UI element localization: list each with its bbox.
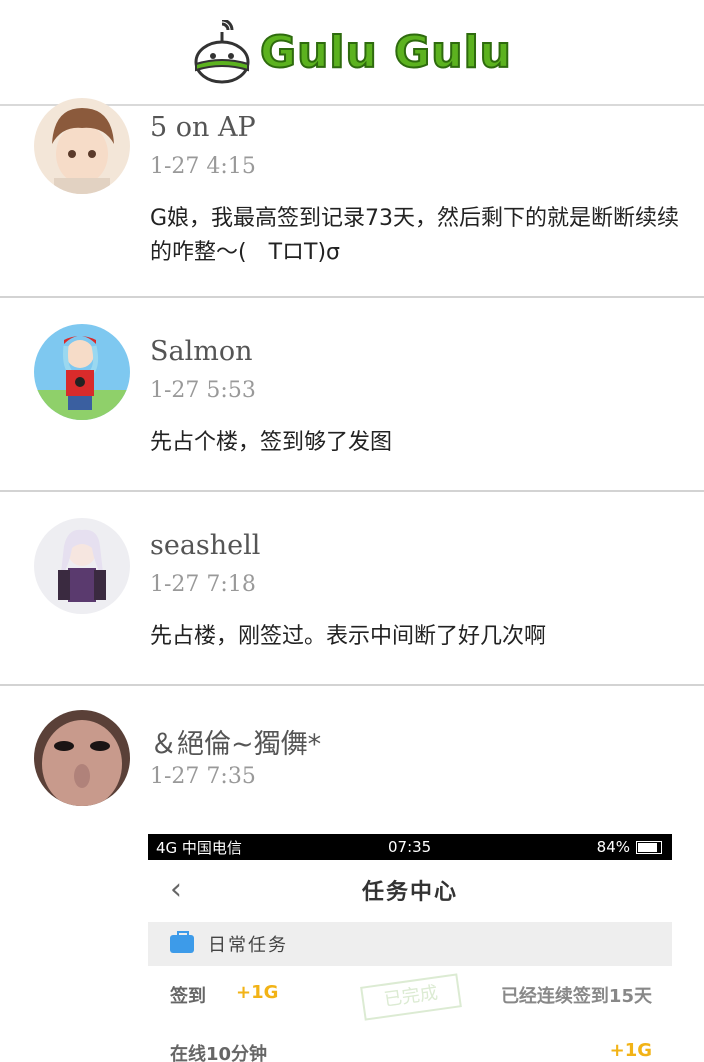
- battery-icon: [636, 840, 662, 854]
- avatar[interactable]: [34, 710, 130, 806]
- comment-content: 先占楼，刚签过。表示中间断了好几次啊: [150, 624, 547, 649]
- avatar[interactable]: [34, 324, 130, 420]
- task-status: 已经连续签到15天: [500, 986, 652, 1007]
- comment-time: 1-27 4:15: [150, 154, 256, 179]
- task-reward: +1G: [609, 1040, 652, 1061]
- task-row: 签到 +1G 已完成 已经连续签到15天: [148, 973, 672, 1022]
- daily-tasks-header: 日常任务: [148, 922, 672, 966]
- task-row: 在线10分钟 +1G: [148, 1040, 672, 1062]
- back-arrow-icon: ‹: [170, 872, 182, 907]
- battery-status: 84%: [597, 838, 662, 856]
- comment-content: G娘，我最高签到记录73天，然后剩下的就是断断续续的咋整～( TロT)σ: [150, 206, 680, 265]
- task-name: 在线10分钟: [170, 1044, 268, 1062]
- carrier-label: 4G 中国电信: [156, 838, 242, 857]
- comment-item: seashell 1-27 7:18 先占楼，刚签过。表示中间断了好几次啊: [0, 492, 704, 684]
- comment-time: 1-27 7:18: [150, 572, 256, 597]
- comment-time: 1-27 7:35: [150, 764, 256, 789]
- task-center-nav: ‹ 任务中心: [148, 860, 672, 920]
- avatar[interactable]: [34, 518, 130, 614]
- briefcase-icon: [170, 931, 194, 953]
- avatar[interactable]: [34, 98, 130, 194]
- task-reward: +1G: [236, 982, 279, 1003]
- comment-username[interactable]: 5 on AP: [150, 112, 256, 143]
- comment-username[interactable]: seashell: [150, 530, 260, 561]
- phone-status-bar: 4G 中国电信 07:35 84%: [148, 834, 672, 860]
- header-bar: Gulu Gulu: [0, 0, 704, 106]
- comment-username[interactable]: Salmon: [150, 336, 252, 367]
- task-name: 签到: [170, 986, 206, 1007]
- completed-stamp: 已完成: [360, 973, 462, 1021]
- comment-content: 先占个楼，签到够了发图: [150, 430, 393, 455]
- status-time: 07:35: [388, 838, 432, 856]
- comment-time: 1-27 5:53: [150, 378, 256, 403]
- section-label: 日常任务: [208, 935, 288, 956]
- logo-text: Gulu Gulu: [259, 26, 512, 79]
- page-title: 任务中心: [361, 880, 458, 905]
- comment-item: 5 on AP 1-27 4:15 G娘，我最高签到记录73天，然后剩下的就是断…: [0, 98, 704, 296]
- attached-image[interactable]: 4G 中国电信 07:35 84% ‹ 任务中心 日常任务 签到 +1G 已完成…: [148, 834, 672, 1062]
- battery-percent: 84%: [596, 838, 630, 856]
- comment-item: Salmon 1-27 5:53 先占个楼，签到够了发图: [0, 298, 704, 490]
- app-logo[interactable]: Gulu Gulu: [192, 20, 512, 84]
- comment-username[interactable]: ＆絕倫~獨儛*: [150, 722, 321, 761]
- robot-mascot-icon: [194, 20, 250, 84]
